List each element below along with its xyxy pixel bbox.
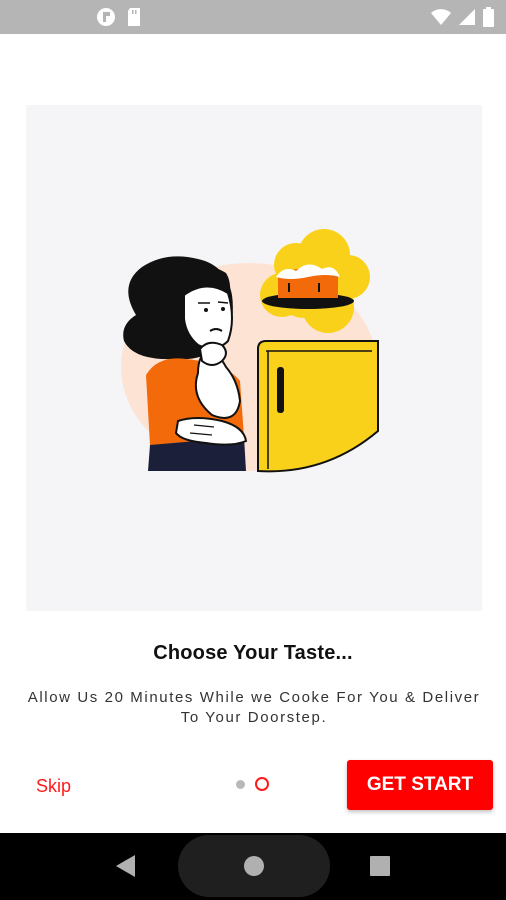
- recents-icon[interactable]: [369, 855, 391, 877]
- sd-card-icon: [126, 7, 142, 27]
- skip-button[interactable]: Skip: [36, 776, 71, 797]
- home-icon[interactable]: [243, 855, 265, 877]
- get-start-button[interactable]: GET START: [347, 760, 493, 810]
- thinking-woman-fridge-cake-illustration: [121, 229, 379, 473]
- wifi-icon: [431, 8, 451, 26]
- illustration-card: [26, 105, 482, 611]
- page-dot-2-active[interactable]: [255, 777, 269, 791]
- onboarding-subtitle: Allow Us 20 Minutes While we Cooke For Y…: [27, 689, 481, 726]
- signal-icon: [458, 8, 476, 26]
- system-nav-bar: [0, 833, 506, 900]
- page-dot-1[interactable]: [236, 779, 245, 789]
- page-indicator: [236, 775, 269, 793]
- back-icon[interactable]: [115, 854, 137, 878]
- battery-icon: [483, 7, 494, 27]
- onboarding-title: Choose Your Taste...: [153, 642, 353, 664]
- status-right-icons: [431, 7, 494, 27]
- status-bar: [0, 0, 506, 34]
- notification-icon: [96, 7, 116, 27]
- status-left-icons: [96, 7, 142, 27]
